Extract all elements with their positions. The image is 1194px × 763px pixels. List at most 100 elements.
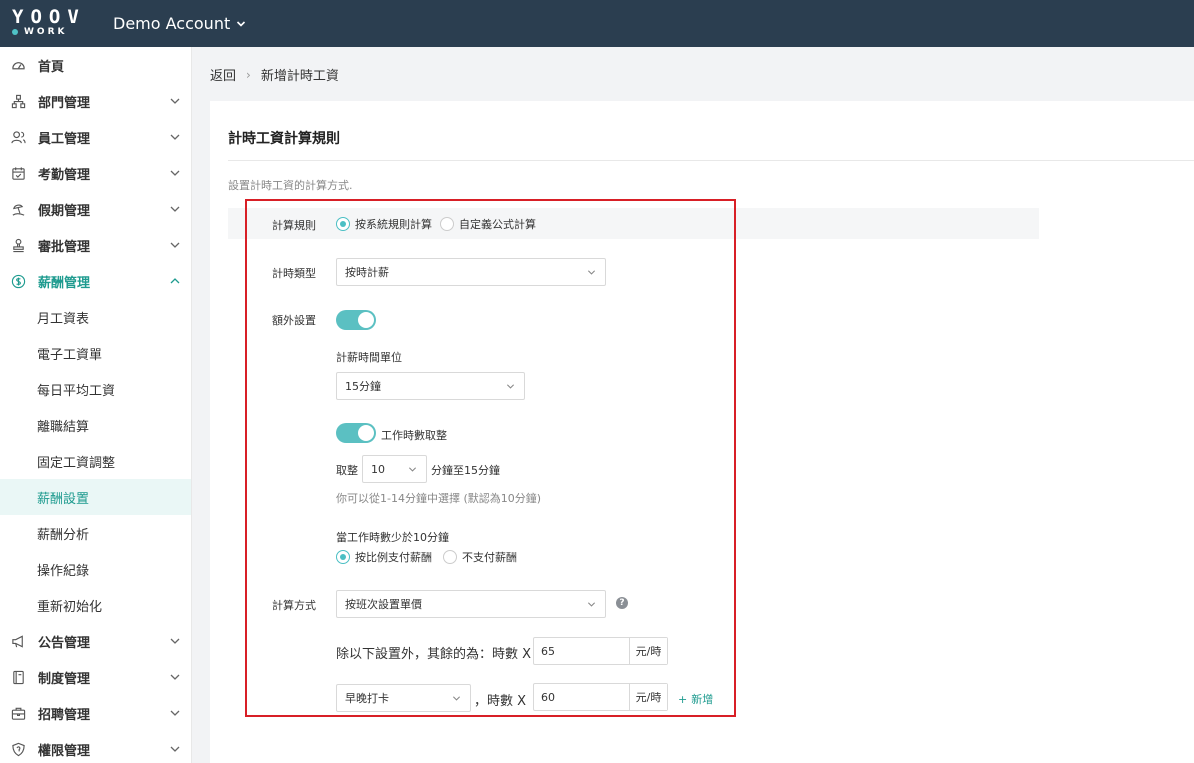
megaphone-icon (9, 632, 27, 650)
hourly-type-select[interactable]: 按時計薪 (336, 258, 606, 286)
sidebar-item[interactable]: 公告管理 (0, 623, 191, 659)
logo-sub-text: WORK (12, 27, 67, 37)
chevron-down-icon (587, 270, 596, 275)
chevron-down-icon (506, 384, 515, 389)
rounding-minutes-select[interactable]: 10 (362, 455, 427, 483)
org-chart-icon (9, 92, 27, 110)
chevron-down-icon (170, 170, 180, 176)
radio-dot-checked (336, 217, 350, 231)
add-shift-label: 新增 (691, 693, 714, 706)
sidebar-item[interactable]: 首頁 (0, 47, 191, 83)
sidebar-item-label: 公告管理 (38, 635, 91, 651)
logo-main-text: YOOV (12, 6, 86, 28)
sidebar-item[interactable]: 假期管理 (0, 191, 191, 227)
calc-method-select[interactable]: 按班次設置單價 (336, 590, 606, 618)
shift-rate-input-group: 60 元/時 (533, 683, 668, 711)
add-shift-button[interactable]: + 新增 (678, 691, 713, 707)
rounding-suffix: 分鐘至15分鐘 (431, 464, 500, 477)
breadcrumb: 返回 › 新增計時工資 (210, 65, 339, 85)
sidebar-subitem-label: 重新初始化 (37, 599, 103, 615)
title-divider (228, 160, 1194, 161)
sidebar: 首頁部門管理員工管理考勤管理假期管理審批管理薪酬管理 月工資表電子工資單每日平均… (0, 47, 192, 763)
top-bar: YOOV WORK Demo Account (0, 0, 1194, 47)
radio-dot (440, 217, 454, 231)
chevron-down-icon (237, 20, 246, 27)
sidebar-item[interactable]: 薪酬管理 (0, 263, 191, 299)
sidebar-subitem[interactable]: 電子工資單 (0, 335, 191, 371)
shift-rate-text: ，時數 X (474, 694, 527, 709)
time-unit-select[interactable]: 15分鐘 (336, 372, 525, 400)
shift-select[interactable]: 早晚打卡 (336, 684, 471, 712)
sidebar-subitem-label: 薪酬分析 (37, 527, 90, 543)
sidebar-item-label: 薪酬管理 (38, 275, 91, 291)
sidebar-subitem-label: 每日平均工資 (37, 383, 116, 399)
vacation-icon (9, 200, 27, 218)
section-title: 計時工資計算規則 (228, 131, 340, 147)
sidebar-item[interactable]: 權限管理 (0, 731, 191, 763)
rounding-toggle[interactable] (336, 423, 376, 443)
yoov-work-logo[interactable]: YOOV WORK (12, 0, 92, 47)
logo-dot (12, 29, 18, 35)
chevron-down-icon (170, 134, 180, 140)
rest-rate-input[interactable]: 65 (534, 638, 629, 664)
radio-dot (443, 550, 457, 564)
hourly-type-label: 計時類型 (272, 267, 316, 280)
chevron-down-icon (452, 696, 461, 701)
shift-rate-input[interactable]: 60 (534, 684, 629, 710)
plus-icon: + (678, 692, 688, 706)
dashboard-icon (9, 56, 27, 74)
sidebar-item[interactable]: 制度管理 (0, 659, 191, 695)
rounding-toggle-label: 工作時數取整 (381, 429, 447, 442)
sidebar-item-label: 員工管理 (38, 131, 91, 147)
stamp-icon (9, 236, 27, 254)
sidebar-item-label: 審批管理 (38, 239, 91, 255)
sidebar-item-label: 首頁 (38, 59, 65, 75)
chevron-down-icon (170, 98, 180, 104)
sidebar-item-label: 考勤管理 (38, 167, 91, 183)
extra-settings-label: 額外設置 (272, 314, 316, 327)
sidebar-item[interactable]: 員工管理 (0, 119, 191, 155)
radio-custom-formula-label: 自定義公式計算 (459, 218, 536, 231)
account-switcher[interactable]: Demo Account (113, 14, 246, 33)
sidebar-item[interactable]: 考勤管理 (0, 155, 191, 191)
calc-rule-label: 計算規則 (272, 219, 316, 232)
chevron-down-icon (170, 674, 180, 680)
sidebar-item[interactable]: 審批管理 (0, 227, 191, 263)
dollar-icon (9, 272, 27, 290)
radio-pay-proportional[interactable]: 按比例支付薪酬 (336, 549, 432, 565)
rest-rate-text: 除以下設置外，其餘的為：時數 X (336, 647, 532, 662)
extra-settings-toggle[interactable] (336, 310, 376, 330)
chevron-up-icon (170, 278, 180, 284)
radio-system-rule[interactable]: 按系統規則計算 (336, 216, 432, 232)
rounding-prefix: 取整 (336, 464, 358, 477)
sidebar-subitem[interactable]: 薪酬分析 (0, 515, 191, 551)
radio-no-pay[interactable]: 不支付薪酬 (443, 549, 517, 565)
rounding-hint: 你可以從1-14分鐘中選擇 (默認為10分鐘) (336, 492, 542, 505)
chevron-down-icon (170, 638, 180, 644)
back-link[interactable]: 返回 (210, 65, 236, 84)
sidebar-subitem-active[interactable]: 薪酬設置 (0, 479, 191, 515)
sidebar-subitem[interactable]: 操作紀錄 (0, 551, 191, 587)
users-icon (9, 128, 27, 146)
sidebar-subitem[interactable]: 每日平均工資 (0, 371, 191, 407)
radio-custom-formula[interactable]: 自定義公式計算 (440, 216, 536, 232)
calc-method-label: 計算方式 (272, 599, 316, 612)
chevron-down-icon (170, 242, 180, 248)
sidebar-item-label: 假期管理 (38, 203, 91, 219)
sidebar-item[interactable]: 招聘管理 (0, 695, 191, 731)
sidebar-subitem[interactable]: 月工資表 (0, 299, 191, 335)
rounding-minutes-value: 10 (371, 462, 385, 476)
sidebar-item[interactable]: 部門管理 (0, 83, 191, 119)
sidebar-subitem[interactable]: 固定工資調整 (0, 443, 191, 479)
account-name: Demo Account (113, 14, 231, 33)
breadcrumb-current: 新增計時工資 (260, 69, 339, 84)
breadcrumb-separator: › (246, 67, 251, 82)
radio-dot-checked (336, 550, 350, 564)
sidebar-subitem-label: 操作紀錄 (37, 563, 90, 579)
sidebar-subitem[interactable]: 重新初始化 (0, 587, 191, 623)
logo-sub-label: WORK (24, 27, 68, 37)
help-icon[interactable]: ? (616, 597, 628, 609)
sidebar-subitem[interactable]: 離職結算 (0, 407, 191, 443)
calc-method-value: 按班次設置單價 (345, 598, 422, 611)
sidebar-subitem-label: 電子工資單 (37, 347, 103, 363)
